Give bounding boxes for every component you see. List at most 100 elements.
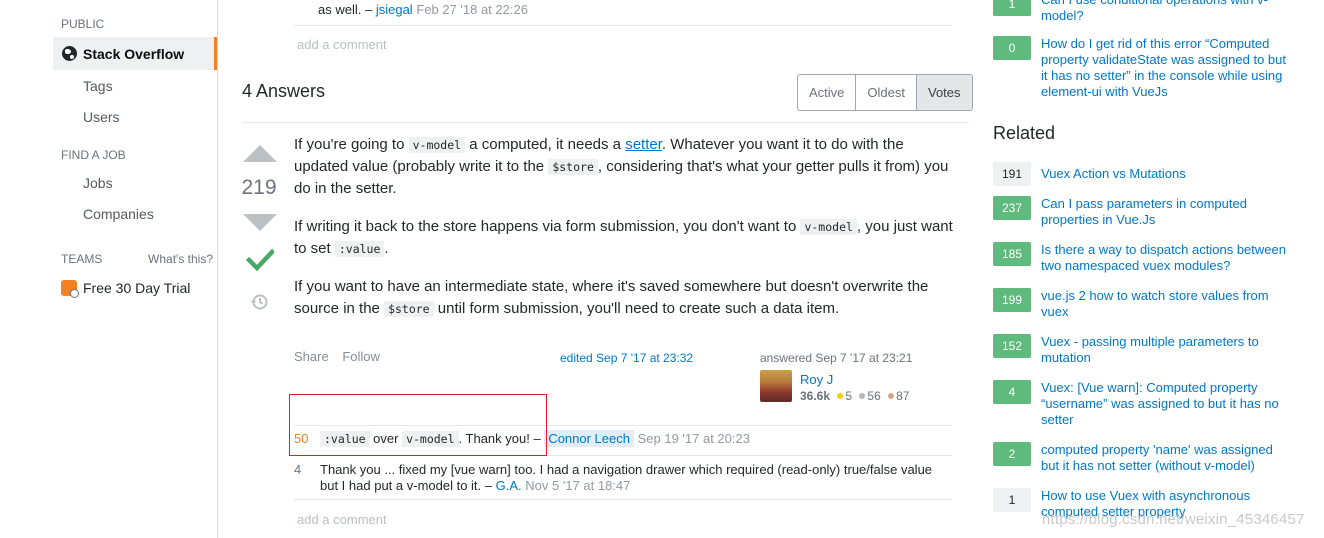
related-title[interactable]: Vuex: [Vue warn]: Computed property “use… [1041,380,1291,428]
free-trial-link[interactable]: Free 30 Day Trial [61,280,190,298]
related-title[interactable]: vue.js 2 how to watch store values from … [1041,288,1291,320]
comment: 4 Thank you ... fixed my [vue warn] too.… [294,462,940,494]
text: a computed, it needs a [465,136,626,153]
text: If writing it back to the store happens … [294,218,801,235]
answer-paragraph: If writing it back to the store happens … [294,216,954,260]
linked-score: 1 [993,0,1031,16]
comment-time: Feb 27 '18 at 22:26 [416,2,528,17]
inline-code: v-model [800,219,857,235]
vote-count: 219 [241,176,277,199]
share-link[interactable]: Share [294,349,329,364]
gold-badge-icon [837,393,844,399]
add-comment-link[interactable]: add a comment [297,512,387,527]
related-heading: Related [993,123,1056,143]
bronze-count: 87 [896,389,910,403]
related-question[interactable]: 152 Vuex - passing multiple parameters t… [993,334,1291,366]
nav-item-stack-overflow[interactable]: Stack Overflow [53,37,217,70]
related-question[interactable]: 237 Can I pass parameters in computed pr… [993,196,1291,228]
upvote-arrow-icon[interactable] [243,145,277,162]
setter-link[interactable]: setter [625,136,662,153]
question-comment: as well. – jsiegal Feb 27 '18 at 22:26 [318,2,528,17]
silver-count: 56 [867,389,881,403]
comment-time: Sep 19 '17 at 20:23 [637,431,750,446]
whats-this-link[interactable]: What's this? [148,252,213,266]
related-question[interactable]: 191 Vuex Action vs Mutations [993,162,1291,186]
inline-code: :value [334,241,385,257]
related-score: 2 [993,442,1031,466]
related-title[interactable]: computed property 'name' was assigned bu… [1041,442,1291,474]
nav-item-users[interactable]: Users [83,109,120,125]
related-score: 152 [993,334,1031,358]
user-reputation: 36.6k 5 56 87 [800,389,909,403]
left-sidebar: PUBLIC Stack Overflow Tags Users FIND A … [0,0,218,538]
nav-item-tags[interactable]: Tags [83,78,113,94]
linked-question[interactable]: 1 Can I use conditional operations with … [993,0,1291,24]
related-title[interactable]: Vuex Action vs Mutations [1041,162,1291,186]
teams-row: TEAMS What's this? [61,252,213,266]
text: until form submission, you'll need to cr… [433,300,840,317]
watermark: https://blog.csdn.net/weixin_45346457 [1042,511,1305,528]
answered-time: answered Sep 7 '17 at 23:21 [760,351,913,365]
related-question[interactable]: 2 computed property 'name' was assigned … [993,442,1291,474]
history-icon[interactable] [249,292,269,312]
inline-code: $store [384,301,434,317]
related-title[interactable]: Vuex - passing multiple parameters to mu… [1041,334,1291,366]
briefcase-icon [61,280,79,298]
linked-title[interactable]: How do I get rid of this error “Computed… [1041,36,1291,100]
inline-code: v-model [408,137,466,153]
page: PUBLIC Stack Overflow Tags Users FIND A … [0,0,1324,538]
nav-item-companies[interactable]: Companies [83,206,154,222]
related-title[interactable]: Is there a way to dispatch actions betwe… [1041,242,1291,274]
answers-count-heading: 4 Answers [242,81,326,101]
comment-time: Nov 5 '17 at 18:47 [525,478,631,493]
follow-link[interactable]: Follow [342,349,380,364]
globe-icon [62,46,77,61]
comment-body: Thank you ... fixed my [vue warn] too. I… [320,462,940,494]
tab-active[interactable]: Active [798,75,855,110]
silver-badge-icon [859,393,866,399]
comment-score: 4 [294,462,302,477]
tab-votes[interactable]: Votes [915,75,972,110]
related-question[interactable]: 185 Is there a way to dispatch actions b… [993,242,1291,274]
nav-item-jobs[interactable]: Jobs [83,175,113,191]
related-question[interactable]: 4 Vuex: [Vue warn]: Computed property “u… [993,380,1291,428]
comment-user-link[interactable]: G.A. [496,478,522,493]
related-score: 4 [993,380,1031,404]
related-title[interactable]: Can I pass parameters in computed proper… [1041,196,1291,228]
linked-score: 0 [993,36,1031,60]
edited-link[interactable]: edited Sep 7 '17 at 23:32 [560,351,693,365]
answer-paragraph: If you're going to v-model a computed, i… [294,134,954,200]
add-comment-link[interactable]: add a comment [297,37,387,52]
post-menu: Share Follow [294,349,390,364]
linked-question[interactable]: 0 How do I get rid of this error “Comput… [993,36,1291,100]
nav-section-find-a-job: FIND A JOB [61,148,126,162]
user-name-link[interactable]: Roy J [800,372,833,387]
inline-code: $store [548,159,598,175]
answer-paragraph: If you want to have an intermediate stat… [294,276,954,320]
related-score: 185 [993,242,1031,266]
reputation-score: 36.6k [800,389,831,403]
comment-text: as well. – [318,2,373,17]
related-question[interactable]: 199 vue.js 2 how to watch store values f… [993,288,1291,320]
comment-user-link[interactable]: jsiegal [376,2,413,17]
avatar[interactable] [760,370,792,402]
related-score: 191 [993,162,1031,186]
gold-count: 5 [845,389,853,403]
tab-oldest[interactable]: Oldest [855,75,916,110]
nav-section-public: PUBLIC [61,17,105,31]
linked-title[interactable]: Can I use conditional operations with v-… [1041,0,1291,24]
divider [294,25,952,26]
highlight-box [289,394,547,456]
divider [242,122,969,123]
nav-section-teams: TEAMS [61,252,103,266]
answer-body: If you're going to v-model a computed, i… [294,134,954,336]
divider [294,499,952,500]
related-score: 199 [993,288,1031,312]
related-score: 1 [993,488,1031,512]
nav-item-label: Stack Overflow [83,45,185,62]
text: If you're going to [294,136,409,153]
comment-user-link[interactable]: Connor Leech [544,430,634,447]
related-score: 237 [993,196,1031,220]
sort-tabs: Active Oldest Votes [797,74,973,111]
downvote-arrow-icon[interactable] [243,214,277,231]
